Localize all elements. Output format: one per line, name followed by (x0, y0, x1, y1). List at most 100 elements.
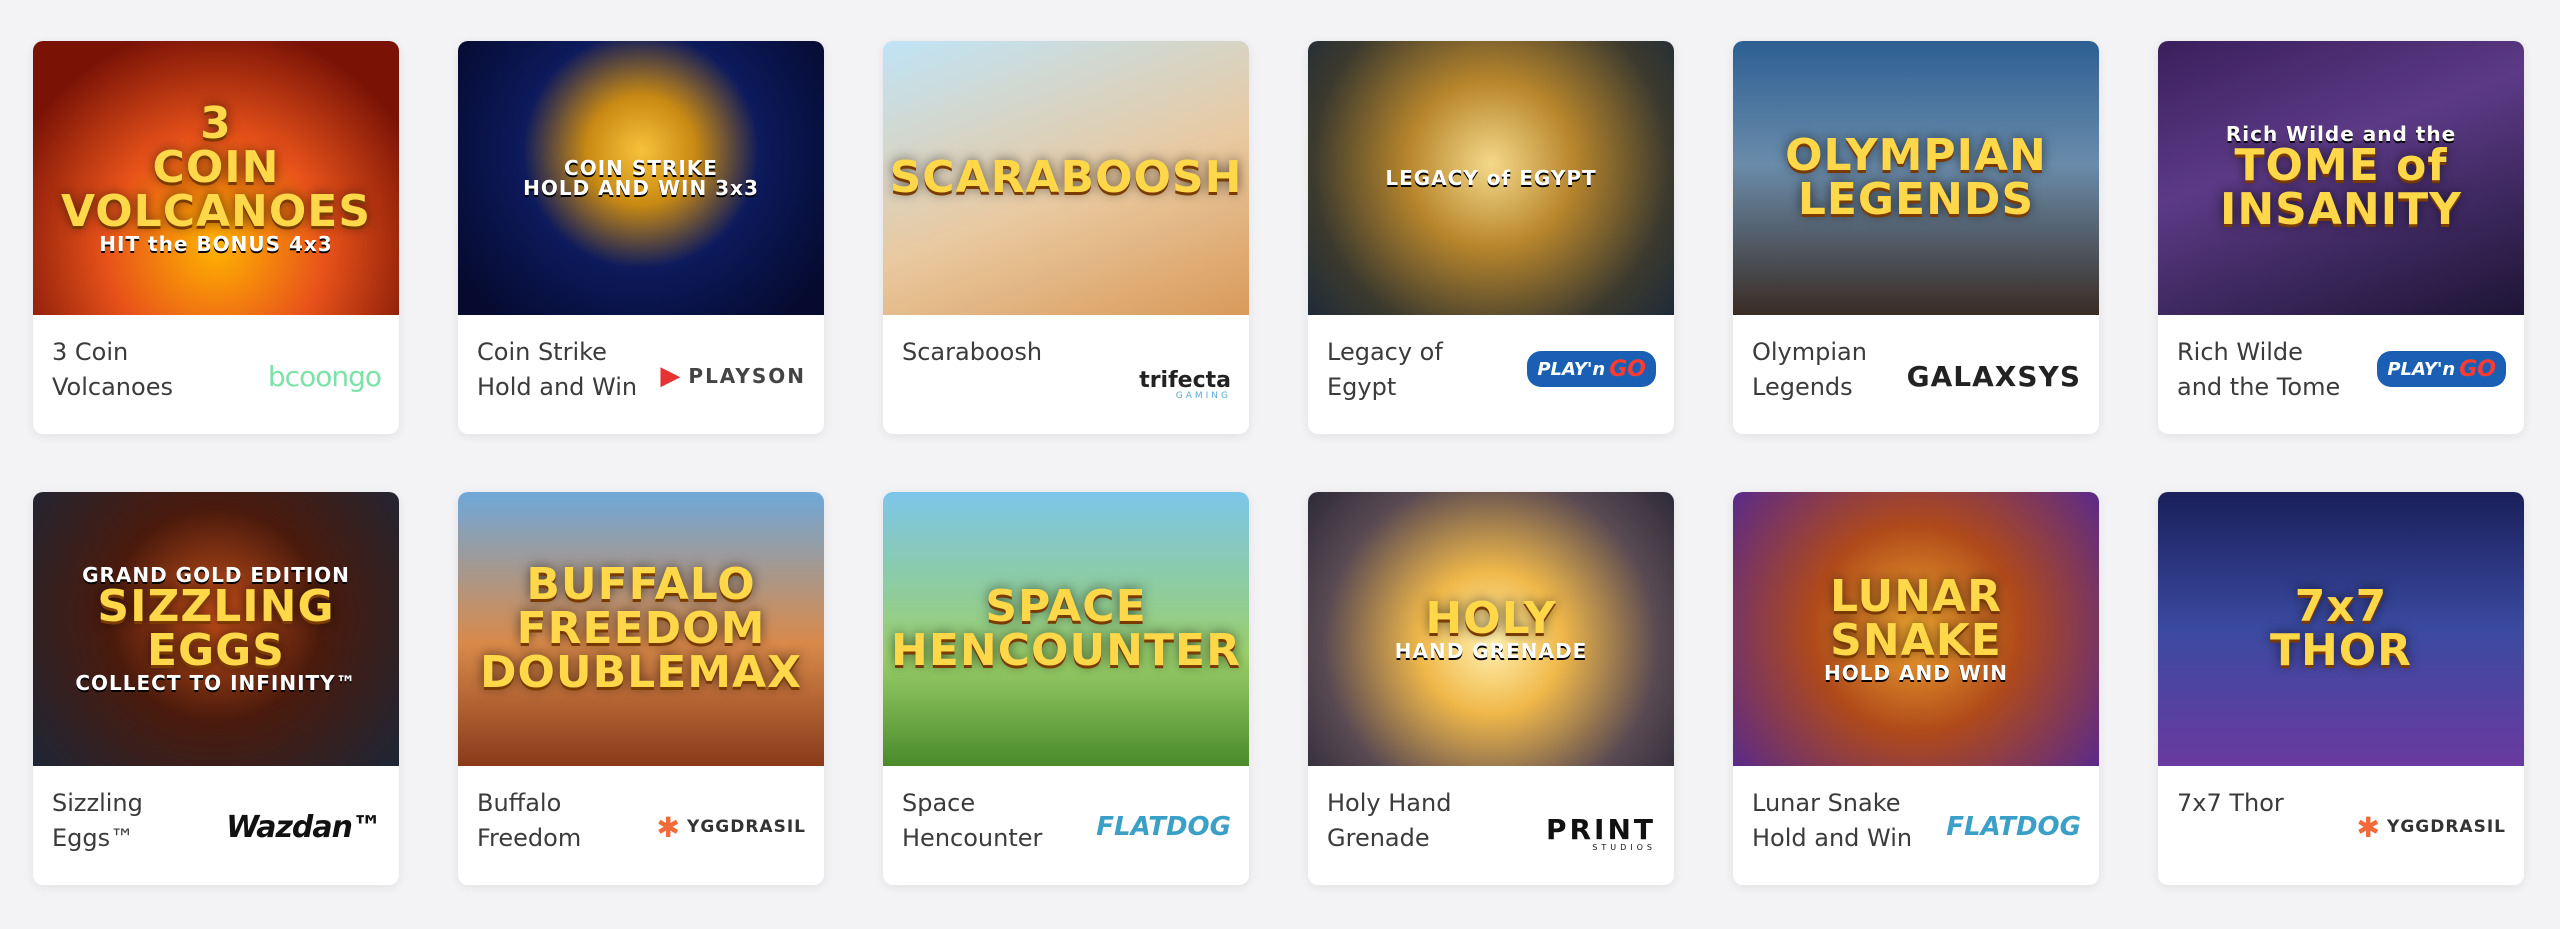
game-logo-art: 7x7 THOR (2260, 585, 2422, 673)
game-logo-art: OLYMPIAN LEGENDS (1775, 134, 2057, 222)
game-card[interactable]: HOLY HAND GRENADE Holy Hand Grenade PRINT ST… (1308, 492, 1674, 885)
game-card[interactable]: 7x7 THOR 7x7 Thor ✱ YGGDRASIL (2158, 492, 2524, 885)
game-title[interactable]: Sizzling Eggs™ (52, 786, 222, 856)
game-info: 3 Coin Volcanoes bcoongo (33, 315, 399, 434)
provider-label: PRINT (1545, 813, 1656, 846)
game-thumbnail[interactable]: BUFFALO FREEDOM DOUBLEMAX (458, 492, 824, 766)
game-thumbnail[interactable]: 3 COIN VOLCANOES HIT the BONUS 4x3 (33, 41, 399, 315)
game-card[interactable]: SCARABOOSH Scaraboosh trifecta GAMING (883, 41, 1249, 434)
booongo-logo: bcoongo (241, 351, 382, 401)
provider-badge: GO (2459, 356, 2496, 382)
playngo-logo: PLAY'n GO (2377, 351, 2506, 387)
flatdog-logo: FLATDOG (1941, 802, 2081, 852)
game-logo-line: SNAKE (1830, 615, 2002, 666)
game-logo-art: BUFFALO FREEDOM DOUBLEMAX (470, 563, 812, 695)
game-title[interactable]: Rich Wilde and the Tome of Insanity (2177, 335, 2347, 405)
game-title[interactable]: 7x7 Thor (2177, 786, 2347, 821)
game-logo-line: BUFFALO (526, 559, 756, 610)
game-thumbnail[interactable]: Rich Wilde and the TOME of INSANITY (2158, 41, 2524, 315)
game-info: Rich Wilde and the Tome of Insanity PLAY'… (2158, 315, 2524, 434)
game-logo-art: LUNAR SNAKE HOLD AND WIN (1814, 571, 2018, 685)
game-logo-line: LEGENDS (1797, 174, 2035, 225)
provider-badge: GO (1609, 356, 1646, 382)
game-title[interactable]: Olympian Legends (1752, 335, 1914, 405)
game-thumbnail[interactable]: 7x7 THOR (2158, 492, 2524, 766)
game-logo-line: SIZZLING (97, 581, 335, 632)
game-card[interactable]: OLYMPIAN LEGENDS Olympian Legends GALAXSYS (1733, 41, 2099, 434)
game-logo-line: SPACE (985, 581, 1147, 632)
game-thumbnail[interactable]: LEGACY of EGYPT (1308, 41, 1674, 315)
wazdan-logo: Wazdan™ (226, 802, 382, 852)
game-thumbnail[interactable]: COIN STRIKE HOLD AND WIN 3x3 (458, 41, 824, 315)
game-info: Buffalo Freedom ✱ YGGDRASIL (458, 766, 824, 885)
game-logo-line: INSANITY (2219, 184, 2462, 235)
game-logo-line: 3 (200, 98, 232, 149)
game-info: Legacy of Egypt PLAY'n GO (1308, 315, 1674, 434)
yggdrasil-mark-icon: ✱ (656, 810, 682, 844)
game-title[interactable]: Legacy of Egypt (1327, 335, 1497, 405)
game-logo-line: SCARABOOSH (889, 152, 1243, 203)
game-title[interactable]: Scaraboosh (902, 335, 1072, 370)
game-thumbnail[interactable]: HOLY HAND GRENADE (1308, 492, 1674, 766)
game-logo-art: 3 COIN VOLCANOES HIT the BONUS 4x3 (51, 98, 381, 255)
game-logo-line: EGGS (147, 625, 285, 676)
provider-label: PLAY'n (2387, 358, 2456, 380)
game-logo-line: HOLD AND WIN (1823, 661, 2009, 685)
game-card[interactable]: 3 COIN VOLCANOES HIT the BONUS 4x3 3 Coin Vo… (33, 41, 399, 434)
game-logo-line: COIN (152, 142, 280, 193)
yggdrasil-mark-icon: ✱ (2356, 810, 2382, 844)
game-info: Scaraboosh trifecta GAMING (883, 315, 1249, 434)
provider-label: GALAXSYS (1906, 359, 2081, 393)
game-logo-line: COLLECT TO INFINITY™ (75, 671, 357, 695)
game-card[interactable]: LEGACY of EGYPT Legacy of Egypt PLAY'n GO (1308, 41, 1674, 434)
game-logo-line: HAND GRENADE (1394, 639, 1588, 663)
game-logo-line: TOME of (2234, 140, 2448, 191)
game-thumbnail[interactable]: GRAND GOLD EDITION SIZZLING EGGS COLLECT TO… (33, 492, 399, 766)
game-title[interactable]: Coin Strike Hold and Win (477, 335, 647, 405)
game-thumbnail[interactable]: SCARABOOSH (883, 41, 1249, 315)
game-logo-line: HENCOUNTER (891, 625, 1241, 676)
print-studios-logo: PRINT STUDIOS (1516, 802, 1656, 852)
game-logo-line: OLYMPIAN (1785, 130, 2047, 181)
game-logo-art: HOLY HAND GRENADE (1385, 597, 1597, 663)
game-title[interactable]: Space Hencounter (902, 786, 1072, 856)
game-card[interactable]: COIN STRIKE HOLD AND WIN 3x3 Coin Strike H… (458, 41, 824, 434)
game-card[interactable]: BUFFALO FREEDOM DOUBLEMAX Buffalo Freedom ✱ Y… (458, 492, 824, 885)
game-title[interactable]: Buffalo Freedom (477, 786, 647, 856)
provider-label: FLATDOG (1946, 812, 2081, 842)
game-thumbnail[interactable]: OLYMPIAN LEGENDS (1733, 41, 2099, 315)
playson-mark-icon: ▶ (660, 361, 683, 391)
game-thumbnail[interactable]: SPACE HENCOUNTER (883, 492, 1249, 766)
provider-sub-label: GAMING (1175, 391, 1231, 401)
provider-label: YGGDRASIL (687, 817, 806, 837)
game-card[interactable]: SPACE HENCOUNTER Space Hencounter FLATDOG (883, 492, 1249, 885)
game-info: Coin Strike Hold and Win ▶ PLAYSON (458, 315, 824, 434)
game-info: Holy Hand Grenade PRINT STUDIOS (1308, 766, 1674, 885)
playson-logo: ▶ PLAYSON (660, 351, 806, 401)
provider-sub-label: STUDIOS (1592, 843, 1656, 852)
game-info: 7x7 Thor ✱ YGGDRASIL (2158, 766, 2524, 885)
provider-label: PLAYSON (688, 364, 806, 388)
game-title[interactable]: 3 Coin Volcanoes (52, 335, 222, 405)
provider-label: PLAY'n (1537, 358, 1606, 380)
game-logo-line: DOUBLEMAX (479, 647, 803, 698)
game-thumbnail[interactable]: LUNAR SNAKE HOLD AND WIN (1733, 492, 2099, 766)
trifecta-logo: trifecta GAMING (1091, 351, 1231, 401)
game-logo-line: LUNAR (1830, 571, 2002, 622)
game-grid: 3 COIN VOLCANOES HIT the BONUS 4x3 3 Coin Vo… (33, 41, 2524, 885)
galaxsys-logo: GALAXSYS (1907, 351, 2081, 401)
game-info: Sizzling Eggs™ Wazdan™ (33, 766, 399, 885)
game-logo-art: GRAND GOLD EDITION SIZZLING EGGS COLLECT TO… (65, 565, 366, 693)
game-title[interactable]: Lunar Snake Hold and Win (1752, 786, 1922, 856)
game-logo-line: COIN STRIKE (564, 156, 718, 180)
game-logo-art: Rich Wilde and the TOME of INSANITY (2210, 124, 2472, 232)
game-logo-line: LEGACY of EGYPT (1385, 166, 1597, 190)
provider-label: FLATDOG (1096, 812, 1231, 842)
game-card[interactable]: Rich Wilde and the TOME of INSANITY Rich Wi… (2158, 41, 2524, 434)
game-info: Lunar Snake Hold and Win FLATDOG (1733, 766, 2099, 885)
playngo-logo: PLAY'n GO (1527, 351, 1656, 387)
game-title[interactable]: Holy Hand Grenade (1327, 786, 1497, 856)
provider-label: Wazdan™ (226, 809, 382, 845)
game-card[interactable]: GRAND GOLD EDITION SIZZLING EGGS COLLECT TO… (33, 492, 399, 885)
game-card[interactable]: LUNAR SNAKE HOLD AND WIN Lunar Snake Hold a… (1733, 492, 2099, 885)
